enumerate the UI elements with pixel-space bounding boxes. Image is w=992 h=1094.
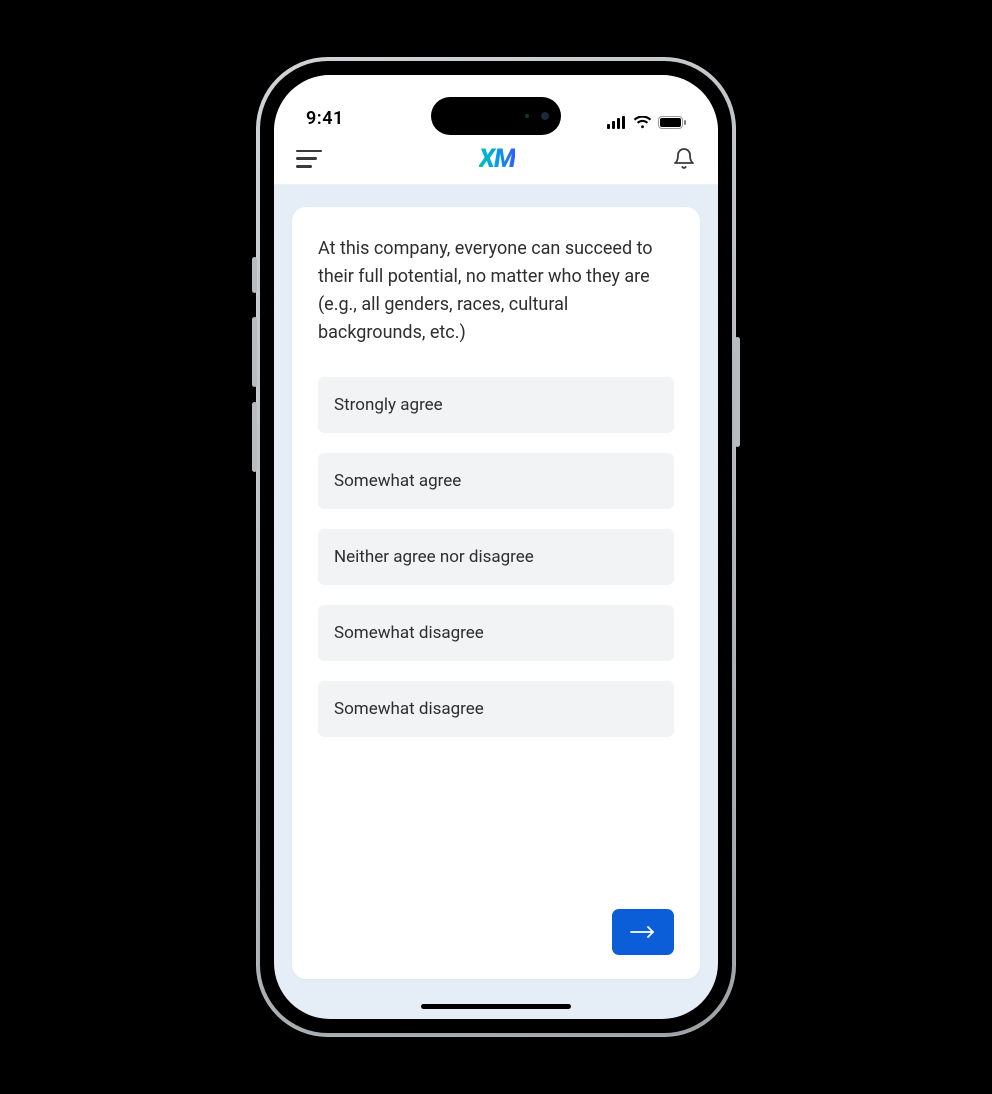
survey-options: Strongly agree Somewhat agree Neither ag… xyxy=(318,377,674,737)
option-label: Somewhat disagree xyxy=(334,623,484,643)
survey-option[interactable]: Neither agree nor disagree xyxy=(318,529,674,585)
survey-option[interactable]: Strongly agree xyxy=(318,377,674,433)
status-icons xyxy=(607,116,686,129)
power-button xyxy=(735,337,740,447)
side-button xyxy=(252,257,257,293)
bell-icon xyxy=(672,147,696,171)
survey-question: At this company, everyone can succeed to… xyxy=(318,235,674,347)
notifications-button[interactable] xyxy=(672,147,696,171)
arrow-right-icon xyxy=(629,925,657,939)
dynamic-island xyxy=(431,97,561,135)
survey-card: At this company, everyone can succeed to… xyxy=(292,207,700,979)
menu-button[interactable] xyxy=(296,150,322,168)
phone-frame: 9:41 xyxy=(256,57,736,1037)
app-logo: XM xyxy=(479,144,515,174)
app-header: XM xyxy=(274,133,718,185)
survey-option[interactable]: Somewhat disagree xyxy=(318,681,674,737)
battery-icon xyxy=(658,116,686,129)
option-label: Somewhat agree xyxy=(334,471,461,491)
survey-option[interactable]: Somewhat agree xyxy=(318,453,674,509)
option-label: Neither agree nor disagree xyxy=(334,547,534,567)
wifi-icon xyxy=(633,116,652,129)
option-label: Strongly agree xyxy=(334,395,443,415)
next-button[interactable] xyxy=(612,909,674,955)
home-indicator xyxy=(421,1004,571,1009)
volume-down-button xyxy=(252,402,257,472)
status-time: 9:41 xyxy=(306,108,344,129)
survey-option[interactable]: Somewhat disagree xyxy=(318,605,674,661)
cellular-icon xyxy=(607,116,627,129)
option-label: Somewhat disagree xyxy=(334,699,484,719)
content-area: At this company, everyone can succeed to… xyxy=(274,185,718,1019)
volume-up-button xyxy=(252,317,257,387)
